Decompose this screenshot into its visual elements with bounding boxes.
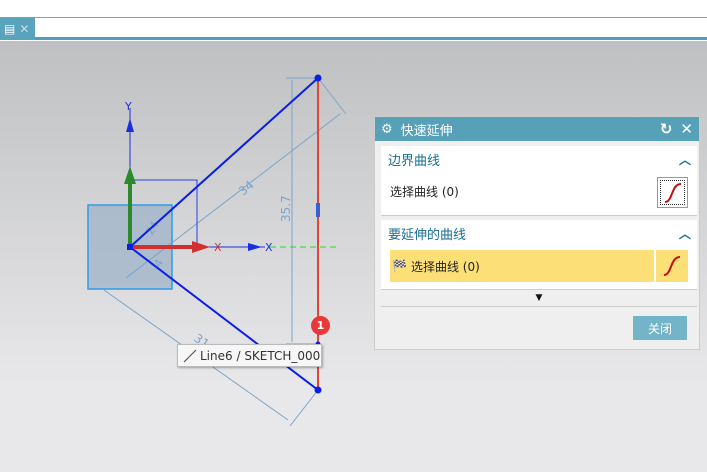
group-curve-to-extend: 要延伸的曲线 ︿ 🏁 选择曲线 (0) <box>381 220 697 290</box>
select-curve-label: 选择曲线 (0) <box>410 259 480 274</box>
x-axis-arrow-icon <box>248 243 262 251</box>
curve-select-button[interactable] <box>657 177 688 208</box>
line-icon <box>183 349 197 363</box>
line-lower <box>129 246 319 391</box>
origin-point <box>127 244 133 250</box>
more-options-toggle[interactable]: ▼ <box>381 293 697 307</box>
checkered-flag-icon: 🏁 <box>392 259 407 273</box>
dim-35-7: 35.7 <box>279 195 293 222</box>
tooltip-text: Line6 / SKETCH_000 <box>200 348 321 363</box>
close-button[interactable]: 关闭 <box>633 316 687 340</box>
reset-icon[interactable]: ↻ <box>660 120 673 138</box>
y-axis-label: Y <box>124 100 132 113</box>
selection-tooltip: Line6 / SKETCH_000 <box>177 344 322 367</box>
dialog-header: ⚙ 快速延伸 ↻ ✕ <box>375 117 699 141</box>
select-curve-row-active[interactable]: 🏁 选择曲线 (0) <box>390 250 654 282</box>
collapse-chevron-icon[interactable]: ︿ <box>679 225 691 242</box>
collapse-chevron-icon[interactable]: ︿ <box>679 151 691 168</box>
endpoint-bottom <box>314 386 322 394</box>
selection-count-badge: 1 <box>311 316 330 335</box>
gear-icon[interactable]: ⚙ <box>381 122 393 137</box>
curve-select-button[interactable] <box>656 250 688 282</box>
x-axis-label: X <box>265 241 273 254</box>
endpoint-top <box>314 74 322 82</box>
select-curve-row[interactable]: 选择曲线 (0) <box>390 180 459 202</box>
group-title: 要延伸的曲线 <box>388 227 467 243</box>
select-curve-label: 选择曲线 (0) <box>390 184 459 199</box>
csys-y-arrow-icon <box>124 166 136 184</box>
csys-x-arrow-icon <box>192 241 210 253</box>
dialog-title: 快速延伸 <box>400 123 453 139</box>
y-axis-arrow-icon <box>126 118 134 132</box>
group-boundary-curve: 边界曲线 ︿ 选择曲线 (0) <box>381 146 697 216</box>
s-curve-icon <box>663 256 681 276</box>
parallel-constraint <box>316 203 320 217</box>
csys-x-label: X <box>214 241 222 254</box>
s-curve-icon <box>664 182 681 203</box>
quick-extend-dialog: ⚙ 快速延伸 ↻ ✕ 边界曲线 ︿ 选择曲线 (0) 要延伸的曲线 ︿ 🏁 选择曲线 … <box>374 116 700 350</box>
close-icon[interactable]: ✕ <box>680 120 693 138</box>
caret-down-icon: ▼ <box>535 293 543 303</box>
group-title: 边界曲线 <box>388 153 441 169</box>
